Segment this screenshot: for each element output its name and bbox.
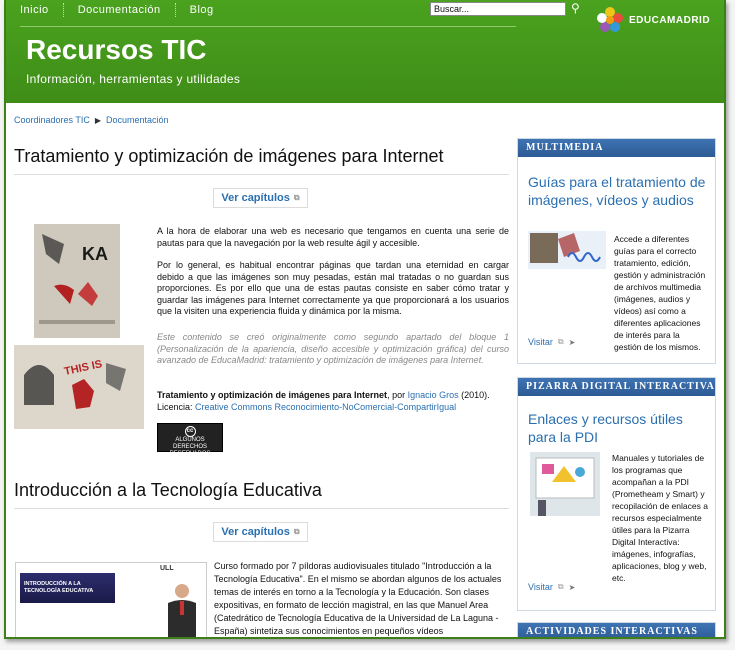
course-description: Curso formado por 7 píldoras audiovisual… (214, 561, 502, 636)
multimedia-box-title[interactable]: Guías para el tratamiento de imágenes, v… (528, 173, 708, 209)
course-thumbnail[interactable]: INTRODUCCIÓN A LA TECNOLOGÍA EDUCATIVA U… (15, 562, 207, 637)
breadcrumb-arrow-icon: ▶ (94, 115, 102, 125)
cc-line-2: RESERVADOS (169, 451, 211, 457)
external-link-icon: ⧉ (557, 337, 564, 346)
breadcrumb-coordinadores[interactable]: Coordinadores TIC (14, 115, 90, 125)
header-divider (20, 26, 516, 27)
svg-text:KA: KA (82, 244, 108, 264)
site-header: Inicio Documentación Blog ⚲ EDUCAMADRID … (6, 0, 724, 103)
graffiti-photo-2: THIS IS (14, 345, 144, 429)
nav-documentacion[interactable]: Documentación (64, 3, 176, 17)
pdi-visit-link[interactable]: Visitar ⧉ ➤ (528, 582, 575, 592)
section-divider-2 (14, 508, 509, 509)
nav-inicio[interactable]: Inicio (6, 3, 64, 17)
license-label: Licencia: (157, 401, 196, 412)
logo-text: EDUCAMADRID (629, 14, 711, 26)
multimedia-box-text: Accede a diferentes guías para el correc… (614, 234, 706, 352)
multimedia-box-header: Multimedia (518, 139, 715, 157)
pdi-box-text: Manuales y tutoriales de los programas q… (528, 452, 712, 584)
breadcrumb: Coordinadores TIC ▶ Documentación (14, 115, 169, 125)
breadcrumb-documentacion[interactable]: Documentación (106, 115, 169, 125)
ver-capitulos-label: Ver capítulos (221, 192, 290, 204)
visit-label: Visitar (528, 582, 553, 592)
nav-blog[interactable]: Blog (176, 3, 228, 17)
license-link[interactable]: Creative Commons Reconocimiento-NoComerc… (195, 402, 456, 412)
media-thumbnail (528, 231, 606, 269)
pdi-box-header: Pizarra Digital Interactiva (518, 378, 715, 396)
multimedia-visit-link[interactable]: Visitar ⧉ ➤ (528, 337, 575, 347)
graffiti-art-2: THIS IS (14, 345, 144, 429)
educamadrid-logo[interactable]: EDUCAMADRID (596, 6, 710, 34)
site-title[interactable]: Recursos TIC (26, 34, 207, 66)
top-navigation: Inicio Documentación Blog (6, 0, 228, 20)
pdi-box: Pizarra Digital Interactiva Enlaces y re… (517, 377, 716, 611)
presenter-figure (168, 584, 196, 637)
pdi-box-title[interactable]: Enlaces y recursos útiles para la PDI (528, 410, 708, 446)
site-subtitle: Información, herramientas y utilidades (26, 72, 241, 86)
external-link-icon: ⧉ (293, 193, 300, 202)
external-link-icon: ⧉ (557, 582, 564, 591)
cc-line-1: ALGUNOS DERECHOS (172, 437, 207, 450)
search-icon[interactable]: ⚲ (571, 1, 580, 15)
author-link[interactable]: Ignacio Gros (408, 390, 459, 400)
arrow-right-icon: ➤ (568, 582, 576, 592)
graffiti-photo-1: KA (34, 224, 120, 338)
credit-year: (2010). (458, 390, 490, 400)
cc-icon: cc (184, 426, 196, 437)
credit-by: , por (387, 390, 408, 400)
ver-capitulos-button[interactable]: Ver capítulos ⧉ (213, 188, 308, 208)
section-divider (14, 174, 509, 175)
page-frame: Inicio Documentación Blog ⚲ EDUCAMADRID … (4, 0, 726, 639)
actividades-box: Actividades Interactivas (517, 622, 716, 637)
credit-work: Tratamiento y optimización de imágenes p… (157, 390, 388, 400)
section-title-imagenes[interactable]: Tratamiento y optimización de imágenes p… (14, 146, 444, 167)
origin-note: Este contenido se creó originalmente com… (157, 332, 509, 365)
ver-capitulos-button-2[interactable]: Ver capítulos ⧉ (213, 522, 308, 542)
search-input[interactable] (430, 2, 566, 16)
visit-label: Visitar (528, 337, 553, 347)
ull-logo: ULL (160, 565, 174, 572)
section-title-tecnologia[interactable]: Introducción a la Tecnología Educativa (14, 480, 322, 501)
credit-line: Tratamiento y optimización de imágenes p… (157, 390, 509, 413)
arrow-right-icon: ➤ (568, 337, 576, 347)
graffiti-art: KA (34, 224, 120, 338)
intro-paragraph-1: A la hora de elaborar una web es necesar… (157, 226, 509, 248)
logo-flower-icon (597, 7, 623, 32)
external-link-icon: ⧉ (293, 527, 300, 536)
ver-capitulos-label-2: Ver capítulos (221, 526, 290, 538)
creative-commons-badge[interactable]: cc ALGUNOS DERECHOS RESERVADOS (157, 423, 223, 457)
intro-paragraph-2: Por lo general, es habitual encontrar pá… (157, 260, 509, 316)
pdi-box-text-content: Manuales y tutoriales de los programas q… (612, 453, 708, 583)
multimedia-box: Multimedia Guías para el tratamiento de … (517, 138, 716, 364)
actividades-box-header: Actividades Interactivas (518, 623, 715, 637)
course-thumb-title: INTRODUCCIÓN A LA TECNOLOGÍA EDUCATIVA (20, 573, 115, 603)
